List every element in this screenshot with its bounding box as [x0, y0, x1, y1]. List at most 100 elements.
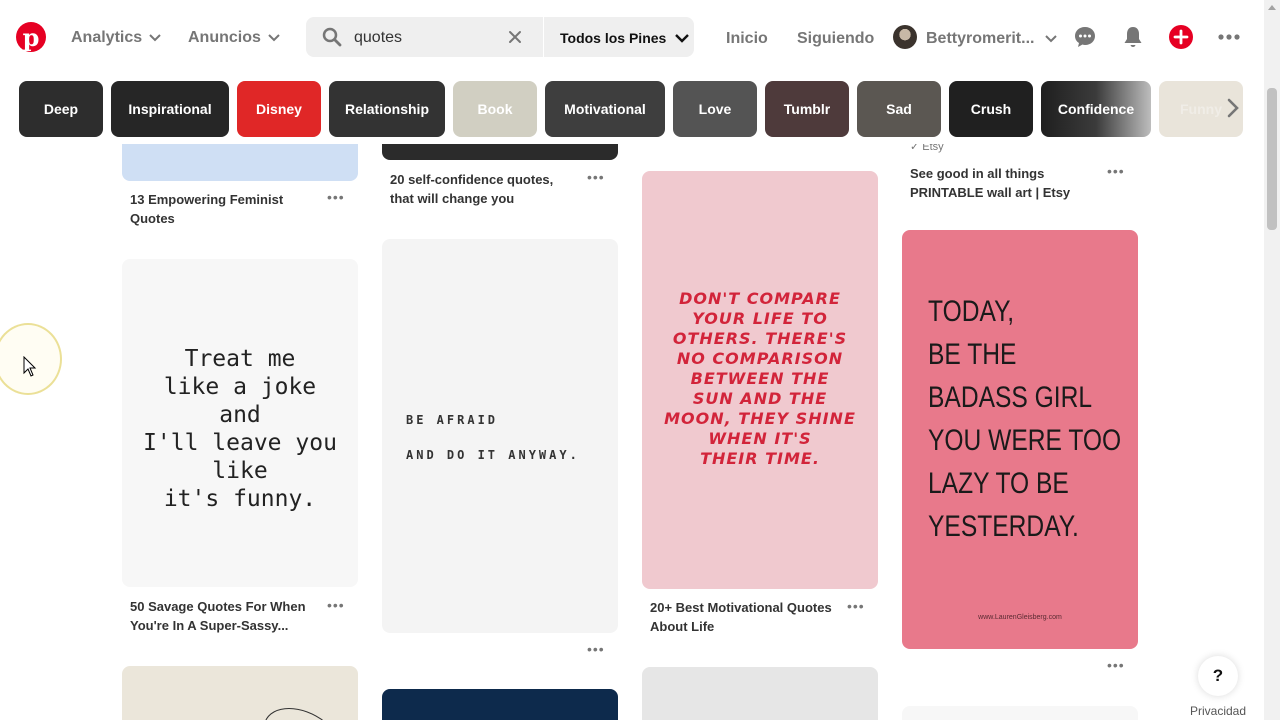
- more-options-icon[interactable]: •••: [587, 170, 605, 184]
- chip-label: Inspirational: [128, 101, 212, 117]
- nav-anuncios-label: Anuncios: [188, 29, 261, 46]
- quote-line: like a joke: [163, 374, 317, 400]
- username-label: Bettyromerit...: [926, 30, 1035, 47]
- chip-label: Deep: [43, 101, 79, 117]
- pin-image-next[interactable]: [902, 706, 1138, 720]
- chip-label: Relationship: [344, 101, 429, 117]
- chip-disney[interactable]: Disney: [237, 81, 321, 137]
- scroll-up-arrow[interactable]: [1268, 5, 1276, 10]
- pin-image-next[interactable]: [122, 666, 358, 720]
- chevron-down-icon: [149, 34, 161, 42]
- chip-motivational[interactable]: Motivational: [545, 81, 665, 137]
- quote-line: YOU WERE TOO: [928, 424, 1122, 457]
- pin-image-savage-quote[interactable]: Treat me like a joke and I'll leave you …: [122, 259, 358, 587]
- quote-line: SUN AND THE: [692, 389, 828, 408]
- pin-quote-text: TODAY, BE THE BADASS GIRL YOU WERE TOO L…: [928, 290, 1121, 548]
- quote-line: BADASS GIRL: [928, 381, 1093, 414]
- scrollbar-thumb[interactable]: [1267, 88, 1277, 230]
- nav-siguiendo-link[interactable]: Siguiendo: [797, 30, 874, 48]
- pin-image-badass-girl[interactable]: TODAY, BE THE BADASS GIRL YOU WERE TOO L…: [902, 230, 1138, 649]
- top-header: p Analytics Anuncios quotes Todos los Pi…: [0, 0, 1264, 76]
- chip-label: Love: [698, 101, 732, 117]
- chip-label: Crush: [970, 101, 1012, 117]
- chip-relationship[interactable]: Relationship: [329, 81, 445, 137]
- pin-title[interactable]: 50 Savage Quotes For When You're In A Su…: [130, 597, 320, 635]
- quote-line: I'll leave you: [143, 430, 337, 456]
- svg-text:p: p: [23, 23, 40, 52]
- quote-line: like: [212, 458, 268, 484]
- pin-watermark-url: www.LaurenGleisberg.com: [978, 614, 1062, 621]
- search-input[interactable]: quotes: [354, 29, 402, 47]
- chip-label: Sad: [886, 101, 912, 117]
- page-scrollbar[interactable]: [1264, 0, 1280, 720]
- chevron-right-icon[interactable]: [1222, 97, 1244, 119]
- chip-confidence[interactable]: Confidence: [1041, 81, 1151, 137]
- chevron-down-icon: [1045, 35, 1058, 43]
- pin-image-be-afraid[interactable]: BE AFRAID AND DO IT ANYWAY.: [382, 239, 618, 633]
- avatar[interactable]: [893, 25, 917, 49]
- pin-title[interactable]: 20 self-confidence quotes, that will cha…: [390, 170, 570, 208]
- pin-image-dont-compare[interactable]: DON'T COMPARE YOUR LIFE TO OTHERS. THERE…: [642, 171, 878, 589]
- more-options-icon[interactable]: •••: [847, 599, 865, 613]
- notifications-bell-icon[interactable]: [1121, 25, 1145, 49]
- quote-line: THEIR TIME.: [700, 449, 820, 468]
- nav-analytics-label: Analytics: [71, 29, 143, 46]
- pin-image-next[interactable]: [382, 689, 618, 720]
- nav-anuncios-dropdown[interactable]: Anuncios: [188, 29, 281, 47]
- pin-quote-text: Treat me like a joke and I'll leave you …: [122, 345, 358, 513]
- chip-deep[interactable]: Deep: [19, 81, 103, 137]
- pin-title[interactable]: See good in all things PRINTABLE wall ar…: [910, 164, 1100, 202]
- search-filter-dropdown[interactable]: Todos los Pines: [560, 30, 690, 46]
- quote-line: YESTERDAY.: [928, 510, 1079, 543]
- mouse-cursor-icon: [23, 356, 37, 377]
- pinterest-logo-icon[interactable]: p: [16, 22, 46, 52]
- chip-label: Book: [477, 101, 513, 117]
- chip-sad[interactable]: Sad: [857, 81, 941, 137]
- quote-line: NO COMPARISON: [676, 349, 844, 368]
- quote-line: TODAY,: [928, 295, 1015, 328]
- pin-title[interactable]: 20+ Best Motivational Quotes About Life: [650, 598, 850, 636]
- messages-icon[interactable]: [1073, 25, 1097, 49]
- user-profile-dropdown[interactable]: Bettyromerit...: [926, 30, 1058, 48]
- quote-line: it's funny.: [163, 486, 317, 512]
- search-bar[interactable]: quotes Todos los Pines: [306, 17, 694, 57]
- nav-inicio-link[interactable]: Inicio: [726, 30, 768, 48]
- quote-line: BE THE: [928, 338, 1017, 371]
- search-divider: [543, 17, 544, 57]
- more-options-icon[interactable]: •••: [327, 598, 345, 612]
- chip-label: Funny: [1180, 101, 1222, 117]
- chip-love[interactable]: Love: [673, 81, 757, 137]
- quote-line: YOUR LIFE TO: [692, 309, 828, 328]
- chip-tumblr[interactable]: Tumblr: [765, 81, 849, 137]
- pin-quote-text: DON'T COMPARE YOUR LIFE TO OTHERS. THERE…: [642, 289, 878, 469]
- privacy-link[interactable]: Privacidad: [1190, 704, 1246, 718]
- quote-line: Treat me: [184, 346, 296, 372]
- chip-crush[interactable]: Crush: [949, 81, 1033, 137]
- more-options-icon[interactable]: •••: [1107, 658, 1125, 672]
- pin-title[interactable]: 13 Empowering Feminist Quotes: [130, 190, 320, 228]
- quote-line: WHEN IT'S: [708, 429, 812, 448]
- create-plus-icon[interactable]: [1169, 25, 1193, 49]
- chip-book[interactable]: Book: [453, 81, 537, 137]
- more-options-icon[interactable]: •••: [1107, 164, 1125, 178]
- chevron-down-icon: [675, 34, 690, 43]
- pin-quote-text: BE AFRAID AND DO IT ANYWAY.: [406, 403, 580, 473]
- chip-inspirational[interactable]: Inspirational: [111, 81, 229, 137]
- search-guides-bar: Deep Inspirational Disney Relationship B…: [0, 76, 1264, 144]
- clear-search-icon[interactable]: [506, 28, 524, 46]
- pin-image-arc: [265, 708, 323, 720]
- help-button[interactable]: ?: [1198, 656, 1238, 696]
- quote-line: LAZY TO BE: [928, 467, 1069, 500]
- more-options-icon[interactable]: •••: [587, 642, 605, 656]
- chip-label: Confidence: [1057, 101, 1135, 117]
- quote-line: and: [219, 402, 261, 428]
- quote-line: BETWEEN THE: [690, 369, 830, 388]
- more-options-icon[interactable]: [1217, 25, 1241, 49]
- search-icon: [322, 27, 342, 47]
- more-options-icon[interactable]: •••: [327, 190, 345, 204]
- chip-label: Motivational: [564, 101, 646, 117]
- nav-analytics-dropdown[interactable]: Analytics: [71, 29, 162, 47]
- chip-label: Disney: [256, 101, 302, 117]
- search-filter-label: Todos los Pines: [560, 30, 667, 46]
- pin-image-next[interactable]: [642, 667, 878, 720]
